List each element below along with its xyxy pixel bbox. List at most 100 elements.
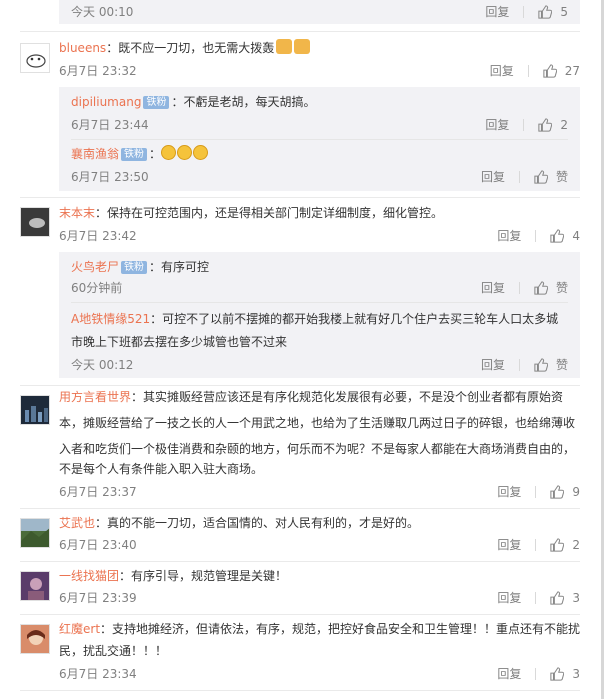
reply-button[interactable]: 回复 [497,537,521,553]
like-label: 赞 [555,170,568,184]
thumbs-up-icon[interactable] [534,170,548,184]
thumbs-up-icon[interactable] [550,538,565,552]
divider [71,302,568,303]
comment-time: 今天 00:10 [71,5,134,19]
reply-box: dipiliumang 铁粉 ：不虧是老胡，每天胡搞。 6月7日 23:44 回复 … [59,87,580,191]
reply-text-line: dipiliumang 铁粉 ：不虧是老胡，每天胡搞。 [71,91,315,113]
divider [20,561,580,562]
username-link[interactable]: 一线找猫团 [59,569,119,583]
avatar[interactable] [20,624,50,654]
reply-actions: 回复 赞 [481,169,568,185]
comment-time: 6月7日 23:32 [59,64,137,78]
reply-button[interactable]: 回复 [481,357,505,373]
reply-time: 今天 00:12 [71,358,134,372]
comment-actions: 回复 9 [497,484,580,500]
thumbs-up-icon[interactable] [550,591,565,605]
reply-button[interactable]: 回复 [497,590,521,606]
divider [20,614,580,615]
comment-text-line: 本，摊贩经营给了一技之长的人一个用武之地，也给为了生活赚取几两过日子的碎银，也给… [59,416,576,430]
reply-button[interactable]: 回复 [485,117,509,133]
comment-text-line: 入者和吃货们一个极佳消费和杂颐的地方，何乐而不为呢？不是每家人都能在大商场消费自… [59,442,576,456]
comment-text-line: 一线找猫团：有序引导，规范管理是关键！ [59,565,287,587]
comment-actions: 回复 3 [497,666,580,682]
like-label: 赞 [555,358,568,372]
username-link[interactable]: 末本末 [59,206,95,220]
avatar[interactable] [20,207,50,237]
reply-button[interactable]: 回复 [481,280,505,296]
like-count: 9 [572,485,580,499]
comment-time: 6月7日 23:39 [59,591,137,605]
thumbs-up-icon[interactable] [543,64,557,78]
fan-badge: 铁粉 [121,148,148,161]
reply-button[interactable]: 回复 [485,4,509,20]
thumbs-up-icon[interactable] [550,667,565,681]
thumbs-up-icon[interactable] [538,5,553,19]
comment-time: 6月7日 23:40 [59,538,137,552]
comment-feed: 今天 00:10 回复 5 blueens：既不应一刀切，也无需大拨轰 6月7日… [0,0,604,699]
username-link[interactable]: dipiliumang [71,95,141,109]
comment-actions: 回复 27 [490,63,580,79]
comment-text-line: 不是每个人有条件能入职入驻大商场。 [59,462,264,476]
like-count: 3 [572,667,580,681]
like-count: 27 [564,64,580,78]
divider [20,31,580,32]
thumbs-up-icon[interactable] [534,281,548,295]
thumbs-up-icon[interactable] [534,358,548,372]
reply-button[interactable]: 回复 [490,63,514,79]
username-link[interactable]: A地铁情缘521 [71,312,150,326]
reply-button[interactable]: 回复 [497,484,521,500]
like-count: 5 [560,5,568,19]
divider [20,508,580,509]
username-link[interactable]: 艾武也 [59,516,95,530]
reply-time: 6月7日 23:44 [71,118,149,132]
avatar[interactable] [20,43,50,73]
laughing-emoji-icon [177,145,193,160]
reply-box-top: 今天 00:10 回复 5 [59,0,580,24]
thumbs-emoji-icon [294,39,311,54]
reply-text-line: 襄南渔翁 铁粉： [71,143,209,165]
comment-text-line: blueens：既不应一刀切，也无需大拨轰 [59,37,311,59]
reply-text: ： [149,147,162,161]
thumbs-up-icon[interactable] [550,229,565,243]
reply-button[interactable]: 回复 [497,228,521,244]
comment-text-line: 艾武也：真的不能一刀切，适合国情的、对人民有利的，才是好的。 [59,512,419,534]
comment-time: 6月7日 23:37 [59,485,137,499]
thumbs-up-icon[interactable] [550,485,565,499]
reply-actions: 回复 赞 [481,357,568,373]
avatar[interactable] [20,395,50,425]
comment-text: ：保持在可控范围内，还是得相关部门制定详细制度，细化管控。 [95,206,444,220]
like-count: 3 [572,591,580,605]
reply-text: ：不虧是老胡，每天胡搞。 [171,95,316,109]
reply-text: ：有序可控 [149,260,210,274]
reply-text-line: 市晚上下班都去摆在多少城管也管不过来 [71,335,288,349]
divider [71,139,568,140]
username-link[interactable]: 用方言看世界 [59,390,131,404]
comment-text: ：有序引导，规范管理是关键！ [119,569,288,583]
like-count: 4 [572,229,580,243]
comment-text-line: 用方言看世界：其实摊贩经营应该还是有序化规范化发展很有必要，不是没个创业者都有原… [59,386,563,408]
comment-text: ：支持地摊经济，但请依法，有序，规范，把控好食品安全和卫生管理！！重点还有不能扰 [100,622,581,636]
username-link[interactable]: 襄南渔翁 [71,147,119,161]
reply-actions: 回复 赞 [481,280,568,296]
comment-time: 6月7日 23:42 [59,229,137,243]
reply-button[interactable]: 回复 [497,666,521,682]
like-count: 2 [572,538,580,552]
comment-text-line: 民，扰乱交通！！！ [59,644,168,658]
username-link[interactable]: blueens [59,41,106,55]
comment-text: ：真的不能一刀切，适合国情的、对人民有利的，才是好的。 [95,516,420,530]
reply-button[interactable]: 回复 [481,169,505,185]
thumbs-up-icon[interactable] [538,118,553,132]
divider [20,690,580,691]
reply-time: 60分钟前 [71,281,123,295]
username-link[interactable]: 火鸟老尸 [71,260,119,274]
comment-text-line: 末本末：保持在可控范围内，还是得相关部门制定详细制度，细化管控。 [59,202,443,224]
reply-text-line: A地铁情缘521：可控不了以前不摆摊的都开始我楼上就有好几个住户去买三轮车人口太… [71,308,558,330]
comment-actions: 回复 3 [497,590,580,606]
avatar[interactable] [20,518,50,548]
avatar[interactable] [20,571,50,601]
comment-text-line: 红魔ert：支持地摊经济，但请依法，有序，规范，把控好食品安全和卫生管理！！重点… [59,618,580,640]
reply-box: 火鸟老尸 铁粉 ：有序可控 60分钟前 回复 赞 A地铁情缘521：可控不了以前不摆… [59,252,580,378]
laughing-emoji-icon [193,145,209,160]
reply-time: 6月7日 23:50 [71,170,149,184]
username-link[interactable]: 红魔ert [59,622,100,636]
